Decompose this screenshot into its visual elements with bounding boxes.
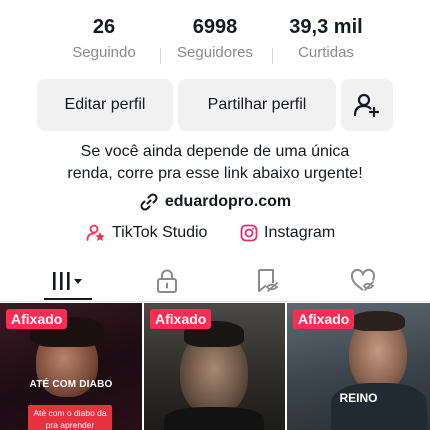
profile-actions: Editar perfil Partilhar perfil [37, 79, 393, 131]
tabs-divider [0, 301, 430, 302]
instagram-icon [240, 224, 258, 242]
bio-line: Se você ainda depende de uma única [80, 143, 350, 160]
lock-icon [157, 269, 177, 293]
profile-link[interactable]: eduardopro.com [0, 191, 430, 213]
video-subtitle: Até com o diabo da pra aprender [28, 405, 112, 430]
heart-hidden-icon [350, 268, 376, 291]
pinned-badge: Afixado [293, 309, 355, 329]
pinned-badge: Afixado [6, 309, 68, 329]
tab-videos[interactable] [42, 262, 92, 300]
bookmark-hidden-icon [258, 269, 279, 292]
likes-count: 39,3 mil [289, 16, 363, 38]
tab-private[interactable] [142, 262, 192, 300]
active-tab-indicator [44, 298, 92, 300]
share-profile-button[interactable]: Partilhar perfil [178, 79, 336, 131]
instagram-link[interactable]: Instagram [240, 221, 335, 245]
profile-stats: 26 Seguindo 6998 Seguidores 39,3 mil Cur… [0, 14, 430, 66]
tab-liked[interactable] [338, 262, 388, 300]
following-count: 26 [92, 16, 116, 38]
video-caption: REINO [339, 391, 378, 405]
video-grid: Afixado ATÉ COM DIABO Até com o diabo da… [0, 303, 430, 430]
profile-bio: Se você ainda depende de uma única renda… [0, 141, 430, 185]
tiktok-studio-link[interactable]: TikTok Studio [86, 221, 207, 245]
tiktok-studio-label: TikTok Studio [112, 224, 208, 241]
profile-tabs [0, 262, 430, 302]
pinned-badge: Afixado [150, 309, 212, 329]
following-label: Seguindo [72, 44, 136, 61]
likes-stat[interactable]: 39,3 mil Curtidas [271, 14, 381, 64]
following-stat[interactable]: 26 Seguindo [49, 14, 159, 64]
hair-shape [351, 311, 405, 331]
tiktok-studio-icon [86, 224, 105, 241]
add-user-icon [353, 93, 380, 118]
instagram-label: Instagram [264, 224, 336, 241]
video-thumbnail[interactable]: Afixado REINO [287, 303, 430, 430]
video-thumbnail[interactable]: Afixado [144, 303, 285, 430]
video-caption: ATÉ COM DIABO [29, 379, 113, 390]
link-icon [140, 193, 158, 211]
profile-apps: TikTok Studio Instagram [0, 221, 430, 245]
add-friends-button[interactable] [341, 79, 393, 131]
followers-count: 6998 [192, 16, 238, 38]
followers-stat[interactable]: 6998 Seguidores [160, 14, 270, 64]
edit-profile-button[interactable]: Editar perfil [37, 79, 173, 131]
grid-bars-icon [53, 272, 82, 290]
tab-saved[interactable] [242, 262, 292, 300]
link-text: eduardopro.com [164, 193, 292, 210]
followers-label: Seguidores [177, 44, 253, 61]
bio-line: renda, corre pra esse link abaixo urgent… [67, 165, 363, 182]
shirt-shape [164, 407, 264, 430]
video-thumbnail[interactable]: Afixado ATÉ COM DIABO Até com o diabo da… [0, 303, 142, 430]
likes-label: Curtidas [298, 44, 354, 61]
